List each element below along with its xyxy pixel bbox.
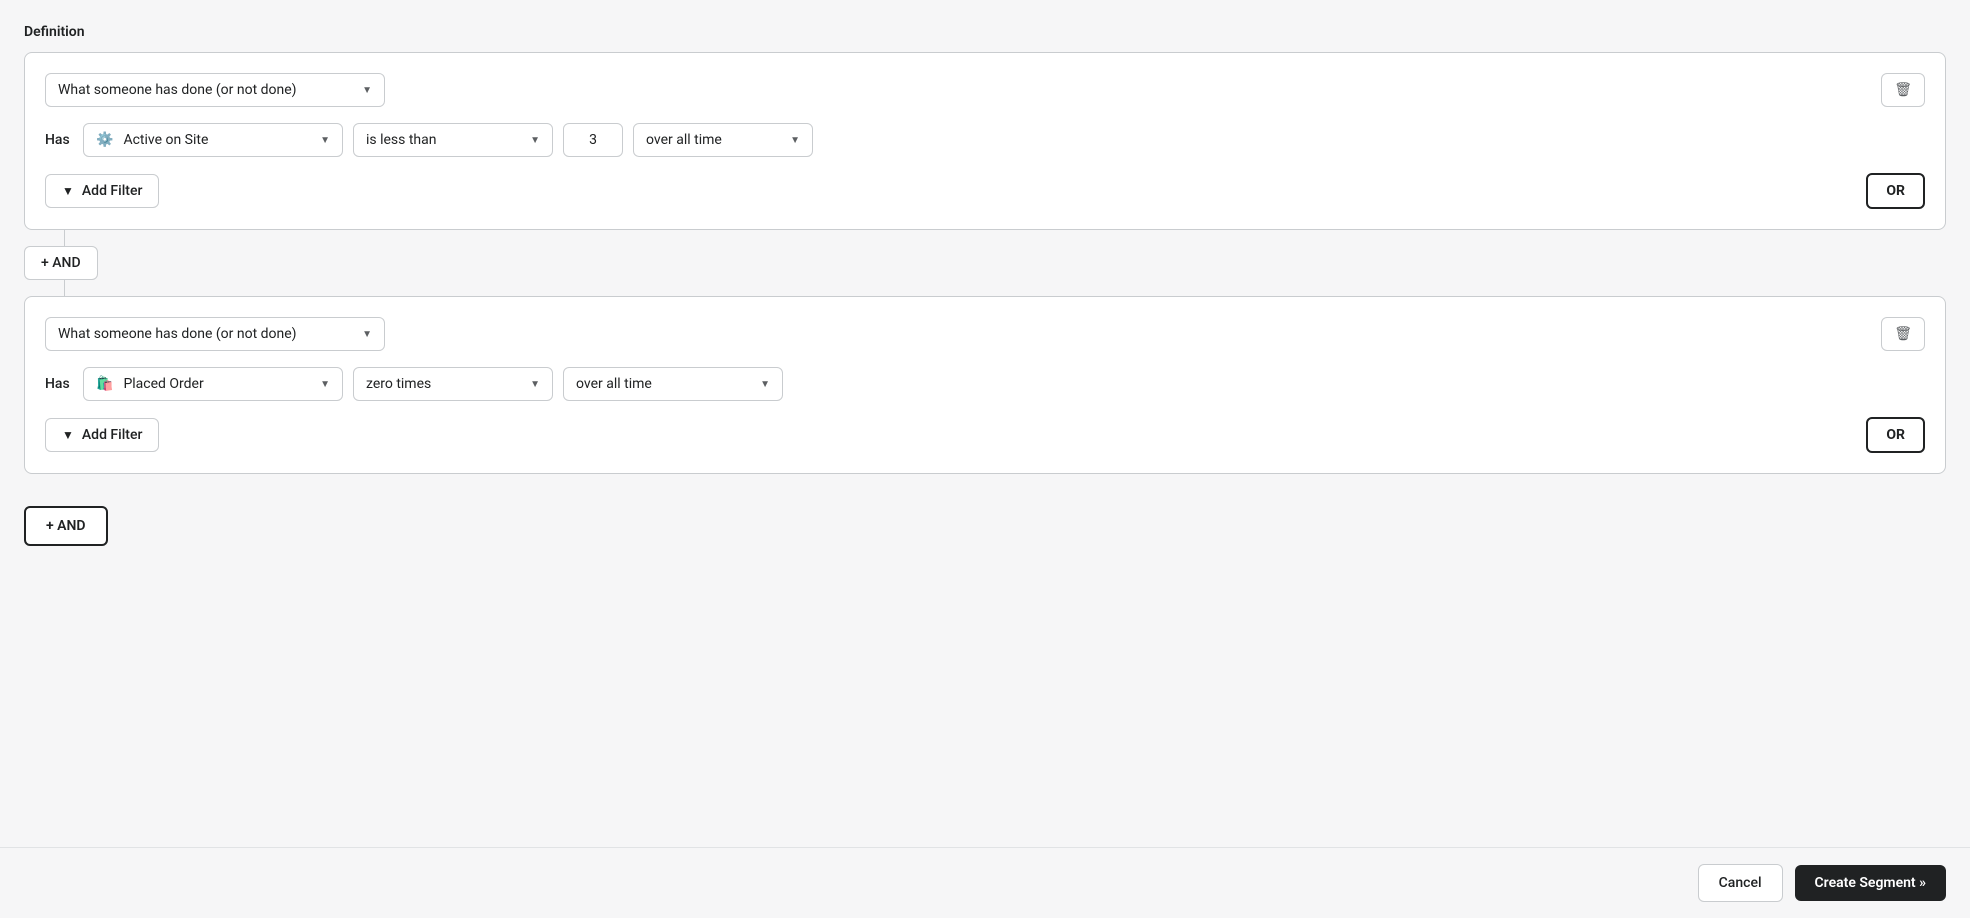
timeframe-value-2: over all time — [576, 376, 652, 392]
filter-row-2: Has 🛍️ Placed Order ▼ zero times ▼ over … — [45, 367, 1925, 401]
activity-value-2: Placed Order — [123, 376, 203, 392]
add-filter-label-2: Add Filter — [82, 427, 143, 443]
or-button-1[interactable]: OR — [1866, 173, 1925, 209]
condition-value-2: zero times — [366, 376, 431, 392]
condition-chevron-2: ▼ — [530, 379, 540, 390]
filter-icon-1: ▼ — [62, 184, 74, 198]
condition-header-1: What someone has done (or not done) ▼ 🗑 — [45, 73, 1925, 107]
activity-select-1[interactable]: ⚙️ Active on Site ▼ — [83, 123, 343, 157]
condition-value-1: is less than — [366, 132, 437, 148]
condition-select-2[interactable]: zero times ▼ — [353, 367, 553, 401]
chevron-down-icon-1: ▼ — [362, 85, 372, 96]
condition-type-select-2[interactable]: What someone has done (or not done) ▼ — [45, 317, 385, 351]
and-connector-1: + AND — [24, 230, 1946, 296]
condition-type-select-1[interactable]: What someone has done (or not done) ▼ — [45, 73, 385, 107]
has-label-2: Has — [45, 376, 73, 392]
add-filter-button-1[interactable]: ▼ Add Filter — [45, 174, 159, 208]
timeframe-chevron-2: ▼ — [760, 379, 770, 390]
filter-row-1: Has ⚙️ Active on Site ▼ is less than ▼ 3… — [45, 123, 1925, 157]
and-bottom-container: + AND — [24, 474, 1946, 546]
bag-icon-2: 🛍️ — [96, 376, 113, 392]
activity-chevron-2: ▼ — [320, 379, 330, 390]
trash-icon-1: 🗑 — [1894, 82, 1912, 98]
activity-select-2[interactable]: 🛍️ Placed Order ▼ — [83, 367, 343, 401]
gear-icon-1: ⚙️ — [96, 132, 113, 148]
condition-type-value-1: What someone has done (or not done) — [58, 82, 297, 98]
create-segment-button[interactable]: Create Segment » — [1795, 865, 1946, 901]
has-label-1: Has — [45, 132, 73, 148]
delete-button-1[interactable]: 🗑 — [1881, 73, 1925, 107]
condition-select-1[interactable]: is less than ▼ — [353, 123, 553, 157]
condition-footer-1: ▼ Add Filter OR — [45, 173, 1925, 209]
condition-type-value-2: What someone has done (or not done) — [58, 326, 297, 342]
activity-label-2: 🛍️ Placed Order — [96, 376, 204, 392]
activity-label-1: ⚙️ Active on Site — [96, 132, 208, 148]
and-button-1[interactable]: + AND — [24, 246, 98, 280]
definition-label: Definition — [24, 24, 1946, 40]
condition-chevron-1: ▼ — [530, 135, 540, 146]
and-button-bottom[interactable]: + AND — [24, 506, 108, 546]
delete-button-2[interactable]: 🗑 — [1881, 317, 1925, 351]
timeframe-select-2[interactable]: over all time ▼ — [563, 367, 783, 401]
activity-value-1: Active on Site — [123, 132, 208, 148]
add-filter-label-1: Add Filter — [82, 183, 143, 199]
or-button-2[interactable]: OR — [1866, 417, 1925, 453]
activity-chevron-1: ▼ — [320, 135, 330, 146]
condition-header-2: What someone has done (or not done) ▼ 🗑 — [45, 317, 1925, 351]
cancel-button[interactable]: Cancel — [1698, 864, 1783, 902]
add-filter-button-2[interactable]: ▼ Add Filter — [45, 418, 159, 452]
condition-block-1: What someone has done (or not done) ▼ 🗑 … — [24, 52, 1946, 230]
condition-block-2: What someone has done (or not done) ▼ 🗑 … — [24, 296, 1946, 474]
condition-footer-2: ▼ Add Filter OR — [45, 417, 1925, 453]
timeframe-select-1[interactable]: over all time ▼ — [633, 123, 813, 157]
chevron-down-icon-2: ▼ — [362, 329, 372, 340]
timeframe-value-1: over all time — [646, 132, 722, 148]
timeframe-chevron-1: ▼ — [790, 135, 800, 146]
count-input-1[interactable]: 3 — [563, 123, 623, 157]
footer-bar: Cancel Create Segment » — [0, 847, 1970, 918]
trash-icon-2: 🗑 — [1894, 326, 1912, 342]
filter-icon-2: ▼ — [62, 428, 74, 442]
